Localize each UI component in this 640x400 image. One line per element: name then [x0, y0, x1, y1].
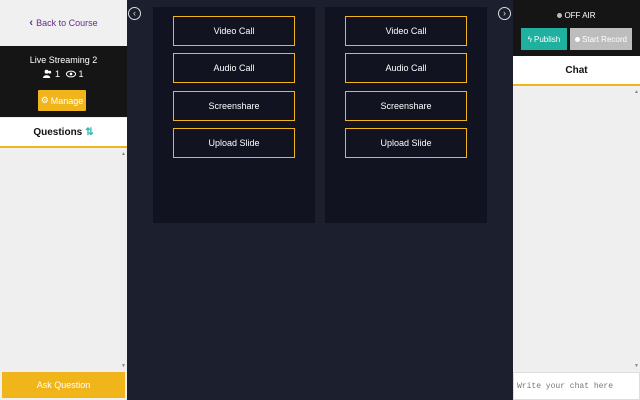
manage-label: Manage	[50, 95, 84, 106]
viewers-count: 1	[78, 69, 84, 79]
back-label: Back to Course	[36, 18, 98, 28]
chevron-right-icon: ›	[503, 8, 506, 18]
video-call-button[interactable]: Video Call	[345, 16, 467, 46]
chevron-left-icon: ‹	[133, 8, 136, 18]
collapse-left-toggle[interactable]: ‹	[128, 7, 141, 20]
sort-icon[interactable]: ⇅	[85, 127, 93, 138]
right-sidebar: OFF AIR ϟ Publish Start Record Chat ▲ ▼	[513, 0, 640, 400]
upload-slide-button[interactable]: Upload Slide	[173, 128, 295, 158]
questions-title: Questions	[33, 126, 83, 138]
bolt-icon: ϟ	[527, 34, 532, 44]
scroll-down-icon[interactable]: ▼	[121, 363, 126, 369]
audio-call-button[interactable]: Audio Call	[345, 53, 467, 83]
audio-call-button[interactable]: Audio Call	[173, 53, 295, 83]
eye-icon	[65, 70, 77, 78]
participants-count: 1	[54, 69, 60, 79]
chat-title: Chat	[565, 64, 588, 76]
back-to-course-link[interactable]: ‹ Back to Course	[0, 0, 127, 46]
screenshare-button[interactable]: Screenshare	[345, 91, 467, 121]
chat-header: Chat	[513, 56, 640, 86]
broadcast-status-label: OFF AIR	[564, 11, 596, 20]
video-call-button[interactable]: Video Call	[173, 16, 295, 46]
media-panel-2: Video Call Audio Call Screenshare Upload…	[325, 7, 487, 223]
viewers-stat: 1	[65, 69, 84, 79]
chat-input[interactable]	[513, 372, 640, 400]
gear-icon: ⚙	[40, 95, 49, 105]
participants-stat: 1	[43, 69, 60, 79]
record-icon	[575, 36, 581, 42]
start-record-button[interactable]: Start Record	[570, 28, 632, 50]
questions-list[interactable]: ▲ ▼	[0, 150, 127, 370]
scroll-down-icon[interactable]: ▼	[634, 363, 639, 369]
collapse-right-toggle[interactable]: ›	[498, 7, 511, 20]
publish-label: Publish	[533, 34, 561, 44]
publish-button[interactable]: ϟ Publish	[521, 28, 567, 50]
stream-info: Live Streaming 2 1 1 ⚙ Manage	[0, 46, 127, 117]
users-icon	[43, 69, 52, 78]
scroll-up-icon[interactable]: ▲	[634, 89, 639, 95]
chat-messages[interactable]: ▲ ▼	[513, 88, 640, 370]
manage-button[interactable]: ⚙ Manage	[38, 90, 86, 111]
screenshare-button[interactable]: Screenshare	[173, 91, 295, 121]
stream-title: Live Streaming 2	[29, 55, 98, 65]
media-panel-1: Video Call Audio Call Screenshare Upload…	[153, 7, 315, 223]
ask-question-button[interactable]: Ask Question	[2, 372, 125, 398]
ask-question-label: Ask Question	[36, 380, 91, 390]
broadcast-controls: OFF AIR ϟ Publish Start Record	[513, 0, 640, 56]
status-dot-icon	[557, 13, 563, 18]
stream-stats: 1 1	[0, 69, 127, 79]
questions-header: Questions ⇅	[0, 118, 127, 148]
start-record-label: Start Record	[582, 34, 627, 44]
left-sidebar: ‹ Back to Course Live Streaming 2 1 1 ⚙ …	[0, 0, 127, 400]
chevron-left-icon: ‹	[29, 17, 34, 29]
scroll-up-icon[interactable]: ▲	[121, 151, 126, 157]
upload-slide-button[interactable]: Upload Slide	[345, 128, 467, 158]
broadcast-status: OFF AIR	[513, 11, 640, 20]
